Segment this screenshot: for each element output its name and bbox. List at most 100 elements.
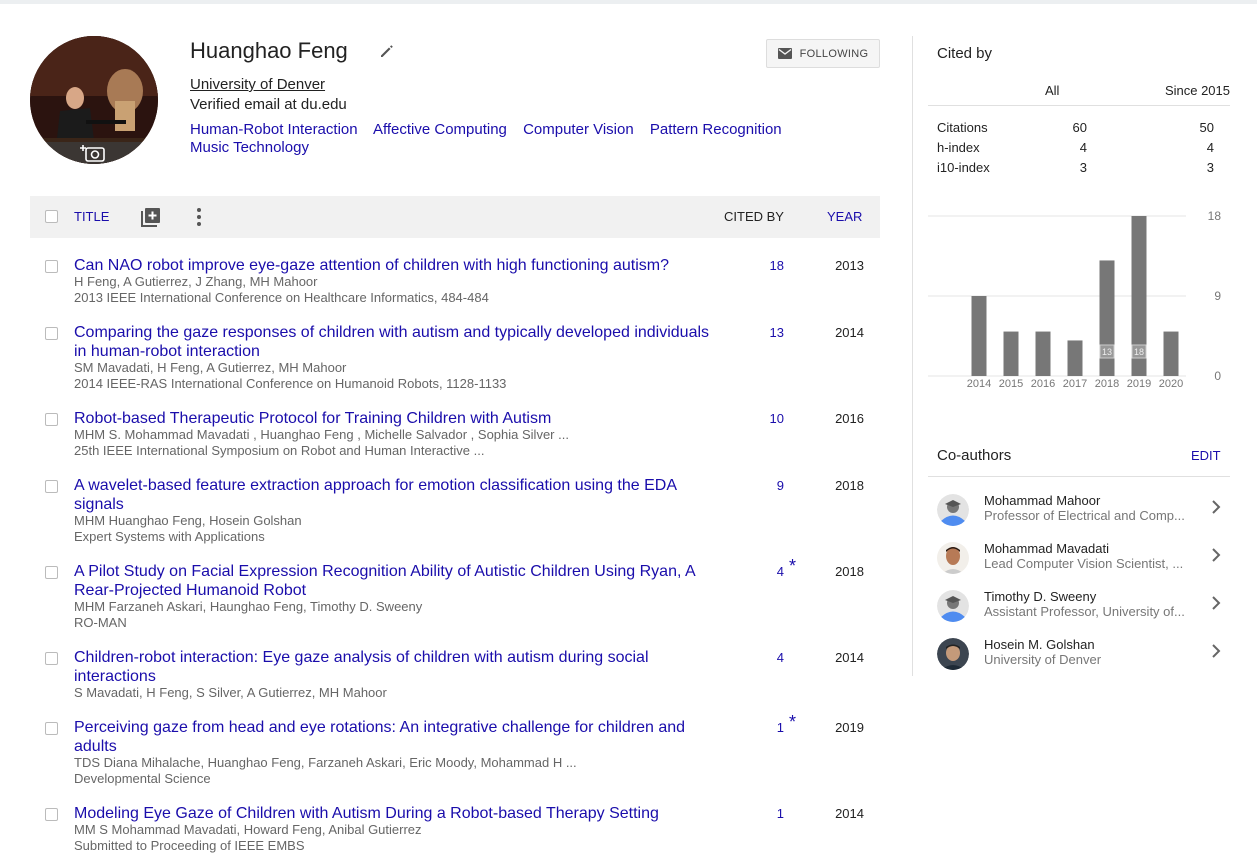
chart-bar (1003, 331, 1019, 376)
citations-bar-chart: 18 9 0 2014 2015 2016 2017 2018 13 2019 18 2020 (928, 209, 1221, 390)
article-checkbox[interactable] (45, 652, 58, 665)
profile-photo[interactable] (30, 36, 158, 164)
article-authors: SM Mavadati, H Feng, A Gutierrez, MH Mah… (74, 360, 347, 375)
edit-pencil-icon[interactable] (379, 43, 395, 59)
default-avatar-icon (937, 494, 969, 526)
coauthor-photo (937, 542, 969, 574)
interest-link[interactable]: Music Technology (190, 139, 309, 156)
sort-by-year[interactable]: YEAR (827, 209, 862, 224)
chevron-right-icon[interactable] (1210, 547, 1222, 563)
article-checkbox[interactable] (45, 327, 58, 340)
stats-row: h-index 4 4 (928, 138, 1230, 158)
citation-stats-table: All Since 2015 Citations 60 50 h-index 4… (928, 76, 1230, 178)
citation-count[interactable]: 10 (758, 411, 784, 426)
article-year: 2019 (835, 720, 864, 735)
article-checkbox[interactable] (45, 566, 58, 579)
research-interests: Human-Robot Interaction Affective Comput… (190, 121, 810, 157)
citation-count[interactable]: 4 (758, 650, 784, 665)
article-venue: Developmental Science (74, 771, 211, 786)
stats-row: Citations 60 50 (928, 118, 1230, 138)
articles-table-header: TITLE CITED BY YEAR (30, 196, 880, 238)
article-checkbox[interactable] (45, 480, 58, 493)
article-title[interactable]: Comparing the gaze responses of children… (74, 323, 724, 361)
stats-header-row: All Since 2015 (928, 76, 1230, 106)
y-tick-label: 0 (1214, 369, 1221, 383)
y-tick-label: 9 (1214, 289, 1221, 303)
article-checkbox[interactable] (45, 808, 58, 821)
article-year: 2018 (835, 478, 864, 493)
article-checkbox[interactable] (45, 413, 58, 426)
interest-link[interactable]: Pattern Recognition (650, 121, 782, 138)
stats-label: h-index (937, 140, 980, 155)
more-options-icon[interactable] (196, 207, 202, 227)
x-tick-label: 2015 (999, 378, 1023, 390)
add-photo-icon[interactable] (30, 142, 158, 164)
chevron-right-icon[interactable] (1210, 499, 1222, 515)
chart-bar (1035, 331, 1051, 376)
merged-marker: * (789, 556, 797, 576)
x-tick-label: 2017 (1063, 378, 1087, 390)
article-title[interactable]: Children-robot interaction: Eye gaze ana… (74, 648, 724, 686)
chart-bar (971, 296, 987, 376)
article-title[interactable]: Perceiving gaze from head and eye rotati… (74, 718, 724, 756)
article-checkbox[interactable] (45, 722, 58, 735)
article-title[interactable]: A Pilot Study on Facial Expression Recog… (74, 562, 724, 600)
article-year: 2013 (835, 258, 864, 273)
coauthor-name: Mohammad Mavadati (984, 541, 1109, 556)
stats-row: i10-index 3 3 (928, 158, 1230, 178)
x-tick-label: 2016 (1031, 378, 1055, 390)
article-venue: 2014 IEEE-RAS International Conference o… (74, 376, 507, 391)
stats-col-all: All (1045, 83, 1060, 98)
coauthors-divider (928, 476, 1230, 477)
stats-since: 3 (1206, 160, 1214, 175)
citation-count[interactable]: 13 (758, 325, 784, 340)
chevron-right-icon[interactable] (1210, 643, 1222, 659)
coauthor-name: Timothy D. Sweeny (984, 589, 1097, 604)
affiliation-link[interactable]: University of Denver (190, 76, 325, 93)
article-title[interactable]: Can NAO robot improve eye-gaze attention… (74, 256, 724, 275)
coauthor-item[interactable]: Mohammad Mavadati Lead Computer Vision S… (928, 541, 1230, 589)
article-venue: 25th IEEE International Symposium on Rob… (74, 443, 485, 458)
chart-bar (1067, 340, 1083, 376)
citation-count[interactable]: 1 (758, 720, 784, 735)
citation-count[interactable]: 18 (758, 258, 784, 273)
stats-all: 3 (1079, 160, 1087, 175)
article-authors: MHM S. Mohammad Mavadati , Huanghao Feng… (74, 427, 569, 442)
article-checkbox[interactable] (45, 260, 58, 273)
coauthor-item[interactable]: Hosein M. Golshan University of Denver (928, 637, 1230, 685)
stats-label: Citations (937, 120, 988, 135)
article-title[interactable]: Modeling Eye Gaze of Children with Autis… (74, 804, 724, 823)
change-photo-bar[interactable] (30, 142, 158, 164)
envelope-icon (777, 48, 792, 59)
citation-count[interactable]: 9 (758, 478, 784, 493)
article-authors: MHM Farzaneh Askari, Haunghao Feng, Timo… (74, 599, 423, 614)
article-year: 2014 (835, 650, 864, 665)
interest-link[interactable]: Human-Robot Interaction (190, 121, 358, 138)
coauthor-affiliation: University of Denver (984, 652, 1102, 667)
article-year: 2014 (835, 325, 864, 340)
article-title[interactable]: Robot-based Therapeutic Protocol for Tra… (74, 409, 724, 428)
article-title[interactable]: A wavelet-based feature extraction appro… (74, 476, 724, 514)
coauthors-edit-button[interactable]: EDIT (1191, 448, 1221, 463)
following-button[interactable]: FOLLOWING (766, 39, 880, 68)
article-venue: Submitted to Proceeding of IEEE EMBS (74, 838, 305, 853)
x-tick-label: 2019 (1127, 378, 1151, 390)
bar-value-label: 13 (1102, 347, 1112, 357)
x-tick-label: 2020 (1159, 378, 1183, 390)
article-authors: H Feng, A Gutierrez, J Zhang, MH Mahoor (74, 274, 318, 289)
add-article-icon[interactable] (141, 207, 161, 227)
citation-count[interactable]: 4 (758, 564, 784, 579)
article-authors: S Mavadati, H Feng, S Silver, A Gutierre… (74, 685, 387, 700)
interest-link[interactable]: Computer Vision (523, 121, 634, 138)
sort-by-title[interactable]: TITLE (74, 209, 109, 224)
top-bar (0, 0, 1257, 4)
interest-link[interactable]: Affective Computing (373, 121, 507, 138)
coauthor-name: Hosein M. Golshan (984, 637, 1095, 652)
citation-count[interactable]: 1 (758, 806, 784, 821)
chart-bar (1099, 260, 1115, 376)
chevron-right-icon[interactable] (1210, 595, 1222, 611)
coauthor-item[interactable]: Timothy D. Sweeny Assistant Professor, U… (928, 589, 1230, 637)
coauthor-item[interactable]: Mohammad Mahoor Professor of Electrical … (928, 493, 1230, 541)
following-label: FOLLOWING (799, 47, 869, 60)
select-all-checkbox[interactable] (45, 210, 58, 223)
